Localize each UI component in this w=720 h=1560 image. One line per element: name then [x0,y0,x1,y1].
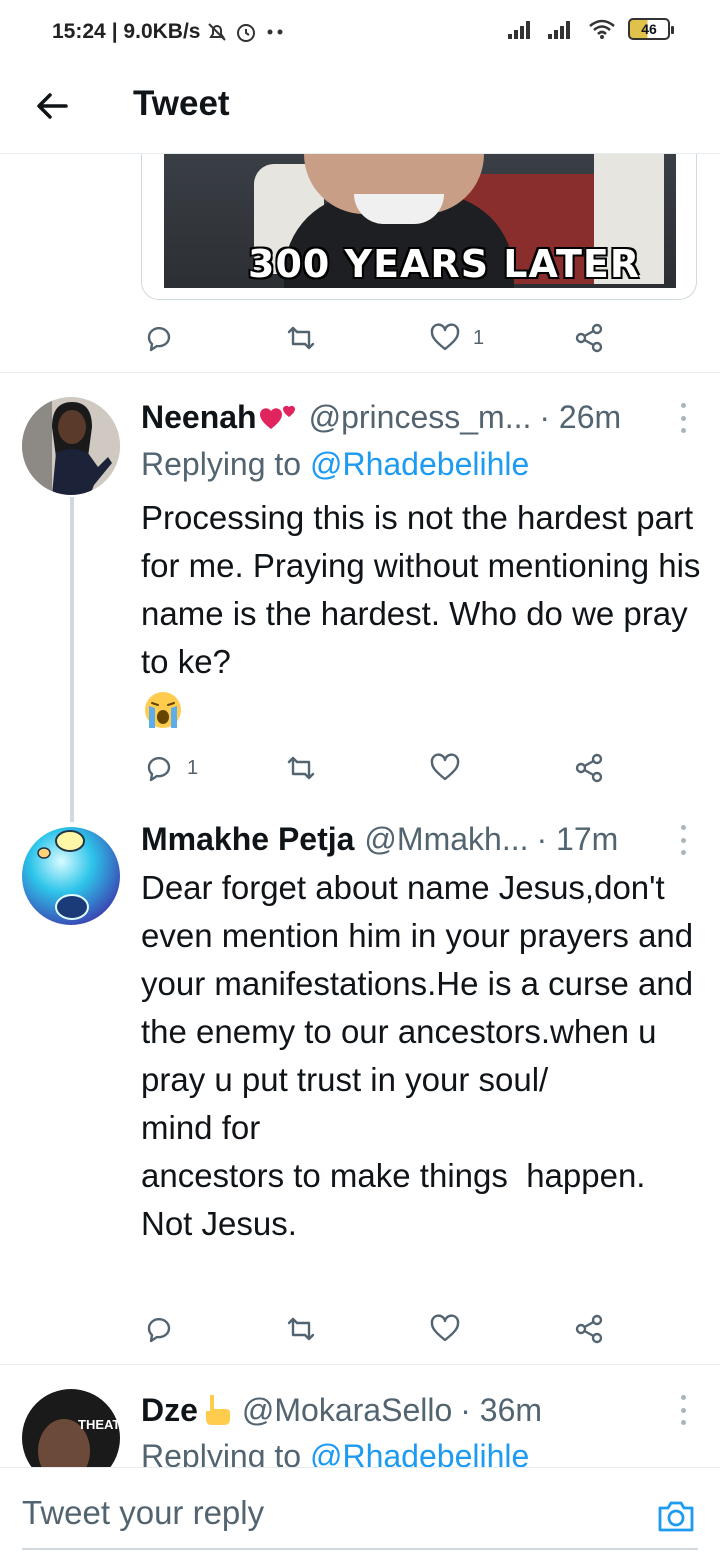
status-time: 15:24 [52,20,106,43]
avatar-image [22,827,120,925]
more-options-icon[interactable] [678,1395,688,1425]
reply-icon [147,756,171,782]
alarm-off-icon [208,23,227,41]
tweet-media-card[interactable]: 300 YEARS LATER [141,154,697,300]
avatar[interactable] [22,397,120,495]
alarm-icon [237,24,256,42]
signal-icon [508,21,530,39]
tweet-text: Processing this is not the hardest part … [141,499,710,680]
more-options-icon[interactable] [678,403,688,433]
like-count: 1 [473,326,485,349]
heart-icon [430,753,460,781]
thread-line [70,497,74,822]
pointing-hand-emoji-icon [205,1395,230,1425]
reply-input[interactable]: Tweet your reply [22,1494,264,1532]
wifi-icon [589,19,615,39]
status-right: 46 [508,18,674,40]
replying-to-label: Replying to [141,446,302,482]
retweet-button[interactable] [285,1309,317,1349]
tweet-author-name[interactable]: Neenah [141,399,257,436]
tweet-time: · 17m [536,820,619,857]
tweet-actions: 1 [141,748,621,788]
reply-icon [147,326,171,352]
retweet-button[interactable] [285,318,317,358]
share-button[interactable] [573,318,605,358]
reply-icon [147,1317,171,1343]
tweet-header: Neenah @princess_m... · 26m [141,395,621,439]
avatar[interactable] [22,827,120,925]
share-icon [575,753,603,783]
like-button[interactable] [429,1309,461,1349]
page-title: Tweet [133,84,230,123]
status-net-speed: | 9.0KB/s [111,20,201,43]
reply-underline [22,1548,698,1550]
status-left: 15:24 | 9.0KB/s [52,20,288,44]
reply-button[interactable]: 1 [143,748,198,788]
replying-to: Replying to @Rhadebelihle [141,446,529,483]
reply-button[interactable] [143,318,175,358]
avatar-image [22,397,120,495]
tweet-author-name[interactable]: Dze [141,1392,198,1429]
tweet-author-handle[interactable]: @MokaraSello [242,1392,452,1429]
camera-icon[interactable] [656,1496,696,1536]
divider [0,372,720,373]
image-caption: 300 YEARS LATER [248,242,641,286]
retweet-button[interactable] [285,748,317,788]
like-button[interactable]: 1 [429,318,484,358]
tweet-author-handle[interactable]: @Mmakh... [364,821,528,858]
reply-composer: Tweet your reply [0,1467,720,1560]
divider [0,1364,720,1365]
tweet-image[interactable]: 300 YEARS LATER [164,154,676,288]
battery-icon: 46 [628,18,674,40]
like-button[interactable] [429,748,461,788]
tweet-author-name[interactable]: Mmakhe Petja [141,821,354,858]
crying-face-emoji-icon [145,692,181,728]
tweet-author-handle[interactable]: @princess_m... [309,399,532,436]
status-bar: 15:24 | 9.0KB/s 46 [0,0,720,64]
share-button[interactable] [573,1309,605,1349]
reply-count: 1 [187,756,199,779]
retweet-icon [287,756,315,780]
app-header: Tweet [0,64,720,154]
more-options-icon[interactable] [678,825,688,855]
avatar-banner-text: THEATER [78,1417,120,1432]
tweet-time: · 36m [460,1391,543,1428]
retweet-icon [287,326,315,350]
replying-to-mention[interactable]: @Rhadebelihle [310,446,529,482]
arrow-left-icon[interactable] [32,86,72,126]
tweet-actions [141,1309,621,1349]
share-icon [575,323,603,353]
heart-icon [430,323,460,351]
share-icon [575,1314,603,1344]
tweet-time: · 26m [539,398,622,435]
share-button[interactable] [573,748,605,788]
more-dots-icon [267,29,283,35]
heart-emoji-icon [259,405,295,429]
reply-button[interactable] [143,1309,175,1349]
tweet-header: Dze @MokaraSello · 36m [141,1388,542,1432]
tweet-header: Mmakhe Petja @Mmakh... · 17m [141,817,618,861]
signal-icon [548,21,570,39]
heart-icon [430,1314,460,1342]
tweet-text: Dear forget about name Jesus,don't even … [141,869,694,1242]
retweet-icon [287,1317,315,1341]
tweet-actions: 1 [141,318,621,358]
